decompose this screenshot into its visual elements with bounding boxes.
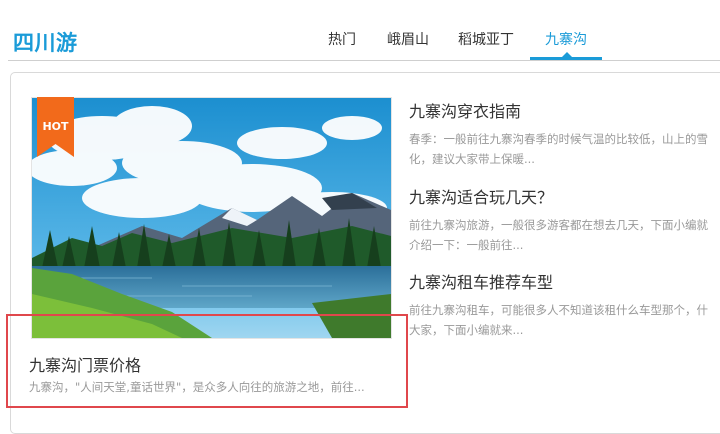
article-summary: 前往九寨沟旅游，一般很多游客都在想去几天，下面小编就 介绍一下：一般前往... — [409, 215, 720, 255]
article-title[interactable]: 九寨沟穿衣指南 — [409, 102, 720, 122]
feature-photo[interactable] — [31, 97, 392, 339]
article-summary: 前往九寨沟租车，可能很多人不知道该租什么车型那个，什 大家，下面小编就来... — [409, 300, 720, 340]
article-summary: 春季：一般前往九寨沟春季的时候气温的比较低，山上的雪 化，建议大家带上保暖... — [409, 129, 720, 169]
active-tab-caret-icon — [562, 52, 572, 57]
article-title[interactable]: 九寨沟适合玩几天？ — [409, 188, 720, 208]
article-summary-line: 前往九寨沟旅游，一般很多游客都在想去几天，下面小编就 — [409, 218, 708, 232]
article-item[interactable]: 九寨沟穿衣指南 春季：一般前往九寨沟春季的时候气温的比较低，山上的雪 化，建议大… — [409, 102, 720, 169]
tab-hot[interactable]: 热门 — [328, 30, 356, 56]
hot-badge-label: HOT — [42, 120, 69, 133]
article-summary-line: 大家，下面小编就来... — [409, 323, 524, 337]
lake-landscape-image — [32, 98, 391, 338]
feature-description: 九寨沟，"人间天堂,童话世界"，是众多人向往的旅游之地，前往... — [29, 380, 365, 394]
tab-emeishan[interactable]: 峨眉山 — [387, 30, 429, 56]
tab-daocheng-yading[interactable]: 稻城亚丁 — [458, 30, 514, 56]
article-item[interactable]: 九寨沟适合玩几天？ 前往九寨沟旅游，一般很多游客都在想去几天，下面小编就 介绍一… — [409, 188, 720, 255]
hot-badge: HOT — [37, 97, 74, 157]
article-title[interactable]: 九寨沟租车推荐车型 — [409, 273, 720, 293]
header-divider — [8, 60, 720, 61]
site-title[interactable]: 四川游 — [13, 27, 78, 57]
article-item[interactable]: 九寨沟租车推荐车型 前往九寨沟租车，可能很多人不知道该租什么车型那个，什 大家，… — [409, 273, 720, 340]
article-summary-line: 春季：一般前往九寨沟春季的时候气温的比较低，山上的雪 — [409, 132, 708, 146]
feature-title[interactable]: 九寨沟门票价格 — [29, 352, 141, 376]
header: 四川游 热门 峨眉山 稻城亚丁 九寨沟 — [0, 0, 720, 62]
article-summary-line: 化，建议大家带上保暖... — [409, 152, 535, 166]
article-summary-line: 介绍一下：一般前往... — [409, 238, 524, 252]
article-summary-line: 前往九寨沟租车，可能很多人不知道该租什么车型那个，什 — [409, 303, 708, 317]
